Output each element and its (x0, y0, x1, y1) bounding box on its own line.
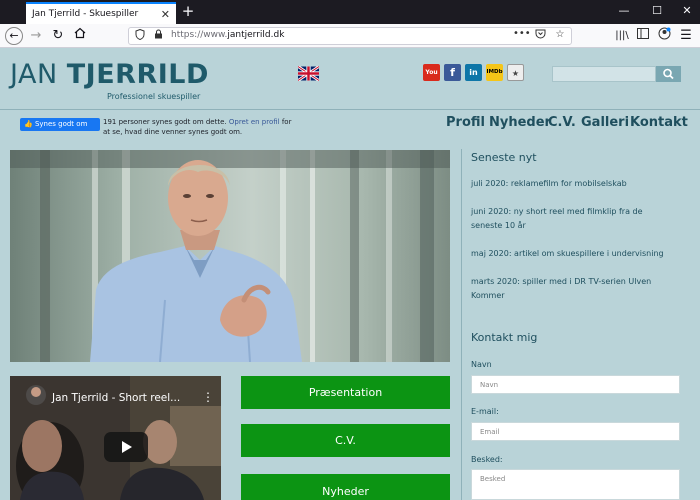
nav-nyheder[interactable]: Nyheder (489, 115, 551, 130)
facebook-like-button[interactable]: 👍 Synes godt om (20, 118, 100, 131)
minimize-icon[interactable]: — (617, 4, 631, 17)
url-bar[interactable]: https://www.jantjerrild.dk ••• ☆ (128, 27, 572, 45)
reload-icon[interactable]: ↻ (49, 27, 67, 45)
presentation-button[interactable]: Præsentation (241, 376, 450, 409)
account-icon[interactable] (655, 27, 673, 45)
facebook-icon[interactable]: f (444, 64, 461, 81)
library-icon[interactable]: |||\ (613, 27, 631, 45)
message-textarea[interactable]: Besked (471, 469, 680, 500)
news-button[interactable]: Nyheder (241, 474, 450, 500)
home-icon[interactable] (71, 27, 89, 45)
sidebar-icon[interactable] (634, 27, 652, 45)
award-icon[interactable]: ★ (507, 64, 524, 81)
maximize-icon[interactable]: ☐ (650, 4, 664, 17)
news-item[interactable]: juni 2020: ny short reel med filmklip fr… (471, 205, 671, 233)
close-window-icon[interactable]: ✕ (680, 4, 694, 17)
video-title[interactable]: Jan Tjerrild - Short reel... (52, 392, 180, 404)
youtube-video-player[interactable]: Jan Tjerrild - Short reel... ⋮ (10, 376, 221, 500)
back-icon[interactable]: ← (5, 27, 23, 45)
contact-heading: Kontakt mig (471, 331, 538, 344)
email-label: E-mail: (471, 407, 499, 416)
cv-button[interactable]: C.V. (241, 424, 450, 457)
browser-tab[interactable]: Jan Tjerrild - Skuespiller ✕ (26, 2, 176, 24)
email-input[interactable]: Email (471, 422, 680, 441)
hero-photo (10, 150, 450, 362)
message-label: Besked: (471, 455, 503, 464)
logo-first-name: JAN (10, 59, 67, 90)
header-divider (0, 109, 700, 110)
play-button[interactable] (104, 432, 148, 462)
website: JAN TJERRILD Professionel skuespiller Yo… (0, 49, 700, 500)
facebook-signup-link[interactable]: Opret en profil (229, 118, 280, 126)
facebook-like-text: 191 personer synes godt om dette. Opret … (103, 118, 292, 136)
browser-navbar: ← → ↻ https://www.jantjerrild.dk ••• ☆ |… (0, 24, 700, 48)
close-tab-icon[interactable]: ✕ (161, 8, 170, 21)
logo-last-name: TJERRILD (66, 59, 209, 90)
pocket-icon[interactable] (533, 29, 547, 42)
nav-cv[interactable]: C.V. (548, 115, 576, 130)
site-search-input[interactable] (552, 66, 656, 82)
browser-tab-bar: Jan Tjerrild - Skuespiller ✕ + — ☐ ✕ (0, 0, 700, 24)
lock-icon[interactable] (151, 29, 165, 42)
menu-icon[interactable]: ☰ (677, 27, 695, 45)
news-item[interactable]: juli 2020: reklamefilm for mobilselskab (471, 177, 671, 191)
new-tab-icon[interactable]: + (180, 3, 196, 19)
tab-title: Jan Tjerrild - Skuespiller (32, 9, 139, 19)
nav-kontakt[interactable]: Kontakt (630, 115, 688, 130)
news-item[interactable]: marts 2020: spiller med i DR TV-serien U… (471, 275, 671, 303)
forward-icon[interactable]: → (27, 27, 45, 45)
uk-flag-icon[interactable] (298, 66, 319, 81)
news-item[interactable]: maj 2020: artikel om skuespillere i unde… (471, 247, 671, 261)
name-label: Navn (471, 360, 492, 369)
nav-profil[interactable]: Profil (446, 115, 485, 130)
youtube-icon[interactable]: You (423, 64, 440, 81)
news-heading: Seneste nyt (471, 151, 537, 164)
video-more-icon[interactable]: ⋮ (202, 390, 214, 404)
shield-icon[interactable] (133, 28, 147, 43)
nav-galleri[interactable]: Galleri (581, 115, 629, 130)
search-icon (663, 68, 674, 80)
imdb-icon[interactable]: IMDb (486, 64, 503, 81)
name-input[interactable]: Navn (471, 375, 680, 394)
url-text: https://www.jantjerrild.dk (171, 30, 285, 40)
linkedin-icon[interactable]: in (465, 64, 482, 81)
play-icon (122, 441, 132, 453)
site-logo[interactable]: JAN TJERRILD (10, 60, 209, 90)
sidebar-divider (461, 149, 462, 500)
page-actions-icon[interactable]: ••• (513, 28, 531, 39)
bookmark-star-icon[interactable]: ☆ (553, 29, 567, 40)
search-button[interactable] (656, 66, 681, 82)
logo-subtitle: Professionel skuespiller (107, 92, 201, 101)
